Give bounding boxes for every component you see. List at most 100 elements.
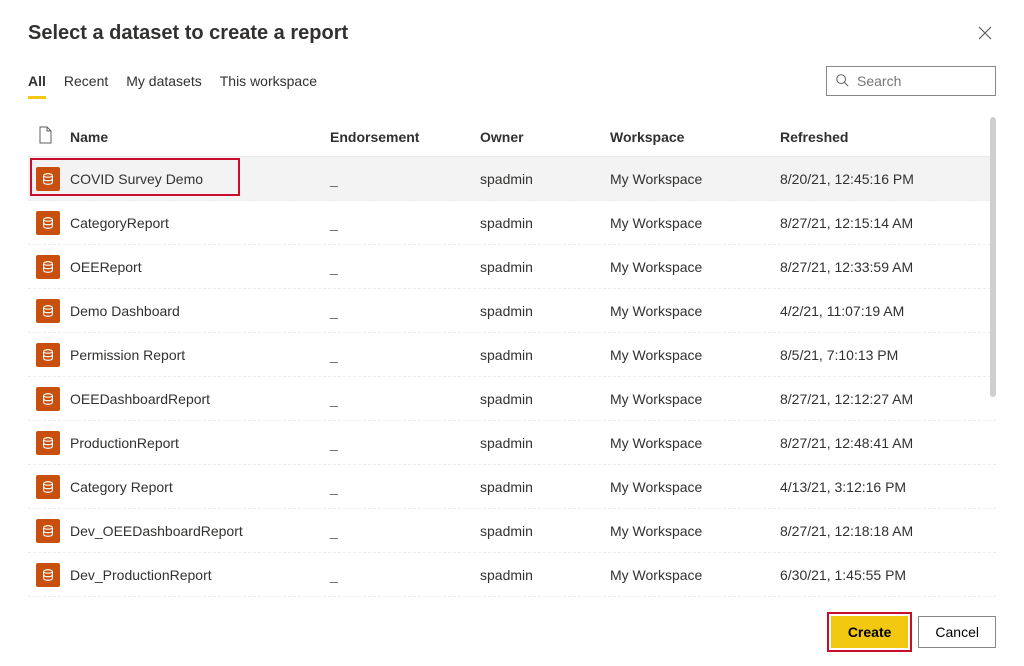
tab-recent[interactable]: Recent <box>64 67 108 95</box>
row-name: Demo Dashboard <box>66 295 326 327</box>
row-refreshed: 8/5/21, 7:10:13 PM <box>776 339 996 371</box>
row-workspace: My Workspace <box>606 559 776 591</box>
row-workspace: My Workspace <box>606 515 776 547</box>
tab-workspace[interactable]: This workspace <box>220 67 317 95</box>
cancel-button[interactable]: Cancel <box>918 616 996 648</box>
create-button[interactable]: Create <box>831 616 909 648</box>
row-endorsement: _ <box>326 163 476 195</box>
table-row[interactable]: Dev_OEEDashboardReport_spadminMy Workspa… <box>28 509 996 553</box>
dataset-icon <box>36 167 60 191</box>
row-refreshed: 8/27/21, 12:15:14 AM <box>776 207 996 239</box>
row-endorsement: _ <box>326 295 476 327</box>
select-dataset-dialog: Select a dataset to create a report All … <box>0 0 1024 666</box>
row-workspace: My Workspace <box>606 383 776 415</box>
row-refreshed: 6/30/21, 1:45:55 PM <box>776 559 996 591</box>
row-endorsement: _ <box>326 251 476 283</box>
row-owner: spadmin <box>476 559 606 591</box>
col-workspace[interactable]: Workspace <box>606 121 776 153</box>
row-owner: spadmin <box>476 471 606 503</box>
close-icon[interactable] <box>974 22 996 48</box>
row-endorsement: _ <box>326 471 476 503</box>
row-icon-cell <box>28 467 66 507</box>
table-row[interactable]: CategoryReport_spadminMy Workspace8/27/2… <box>28 201 996 245</box>
row-owner: spadmin <box>476 251 606 283</box>
tab-my[interactable]: My datasets <box>126 67 201 95</box>
row-endorsement: _ <box>326 427 476 459</box>
row-endorsement: _ <box>326 559 476 591</box>
table-row[interactable]: OEEReport_spadminMy Workspace8/27/21, 12… <box>28 245 996 289</box>
row-refreshed: 8/20/21, 12:45:16 PM <box>776 163 996 195</box>
row-workspace: My Workspace <box>606 251 776 283</box>
dataset-icon <box>36 255 60 279</box>
row-name: Category Report <box>66 471 326 503</box>
row-icon-cell <box>28 335 66 375</box>
row-endorsement: _ <box>326 339 476 371</box>
row-name: CategoryReport <box>66 207 326 239</box>
row-refreshed: 8/27/21, 12:48:41 AM <box>776 427 996 459</box>
row-name: OEEDashboardReport <box>66 383 326 415</box>
dialog-footer: Create Cancel <box>28 602 996 666</box>
row-icon-cell <box>28 291 66 331</box>
row-refreshed: 8/27/21, 12:12:27 AM <box>776 383 996 415</box>
search-box[interactable] <box>826 66 996 96</box>
row-name: Dev_ProductionReport <box>66 559 326 591</box>
row-name: COVID Survey Demo <box>66 163 326 195</box>
row-owner: spadmin <box>476 339 606 371</box>
row-owner: spadmin <box>476 427 606 459</box>
row-workspace: My Workspace <box>606 163 776 195</box>
dataset-table: Name Endorsement Owner Workspace Refresh… <box>28 116 996 602</box>
row-endorsement: _ <box>326 383 476 415</box>
table-row[interactable]: Permission Report_spadminMy Workspace8/5… <box>28 333 996 377</box>
row-icon-cell <box>28 423 66 463</box>
table-header-row: Name Endorsement Owner Workspace Refresh… <box>28 117 996 157</box>
row-icon-cell <box>28 511 66 551</box>
row-icon-cell <box>28 203 66 243</box>
dataset-icon <box>36 475 60 499</box>
dataset-icon <box>36 519 60 543</box>
row-owner: spadmin <box>476 295 606 327</box>
row-owner: spadmin <box>476 207 606 239</box>
dataset-icon <box>36 211 60 235</box>
row-workspace: My Workspace <box>606 339 776 371</box>
row-icon-cell <box>28 247 66 287</box>
row-icon-cell <box>28 555 66 595</box>
document-icon <box>38 131 52 147</box>
scrollbar[interactable] <box>990 117 996 397</box>
row-name: OEEReport <box>66 251 326 283</box>
dataset-icon <box>36 299 60 323</box>
table-row[interactable]: COVID Survey Demo_spadminMy Workspace8/2… <box>28 157 996 201</box>
dialog-toolbar: All Recent My datasets This workspace <box>28 66 996 96</box>
dialog-title: Select a dataset to create a report <box>28 22 348 45</box>
row-endorsement: _ <box>326 515 476 547</box>
tab-all[interactable]: All <box>28 67 46 95</box>
row-name: Dev_OEEDashboardReport <box>66 515 326 547</box>
dataset-icon <box>36 563 60 587</box>
row-refreshed: 4/2/21, 11:07:19 AM <box>776 295 996 327</box>
table-row[interactable]: Category Report_spadminMy Workspace4/13/… <box>28 465 996 509</box>
search-input[interactable] <box>855 72 987 90</box>
table-row[interactable]: OEEDashboardReport_spadminMy Workspace8/… <box>28 377 996 421</box>
filter-tabs: All Recent My datasets This workspace <box>28 67 317 95</box>
row-owner: spadmin <box>476 515 606 547</box>
row-refreshed: 4/13/21, 3:12:16 PM <box>776 471 996 503</box>
dataset-icon <box>36 387 60 411</box>
row-workspace: My Workspace <box>606 427 776 459</box>
col-owner[interactable]: Owner <box>476 121 606 153</box>
dataset-icon <box>36 343 60 367</box>
row-workspace: My Workspace <box>606 471 776 503</box>
row-endorsement: _ <box>326 207 476 239</box>
table-row[interactable]: ProductionReport_spadminMy Workspace8/27… <box>28 421 996 465</box>
row-refreshed: 8/27/21, 12:18:18 AM <box>776 515 996 547</box>
row-owner: spadmin <box>476 163 606 195</box>
col-endorsement[interactable]: Endorsement <box>326 121 476 153</box>
col-name[interactable]: Name <box>66 121 326 153</box>
row-icon-cell <box>28 379 66 419</box>
dialog-header: Select a dataset to create a report <box>28 22 996 48</box>
table-row[interactable]: Demo Dashboard_spadminMy Workspace4/2/21… <box>28 289 996 333</box>
table-row[interactable]: Dev_ProductionReport_spadminMy Workspace… <box>28 553 996 597</box>
row-workspace: My Workspace <box>606 207 776 239</box>
row-workspace: My Workspace <box>606 295 776 327</box>
col-refreshed[interactable]: Refreshed <box>776 121 996 153</box>
col-icon <box>28 118 66 155</box>
dataset-icon <box>36 431 60 455</box>
